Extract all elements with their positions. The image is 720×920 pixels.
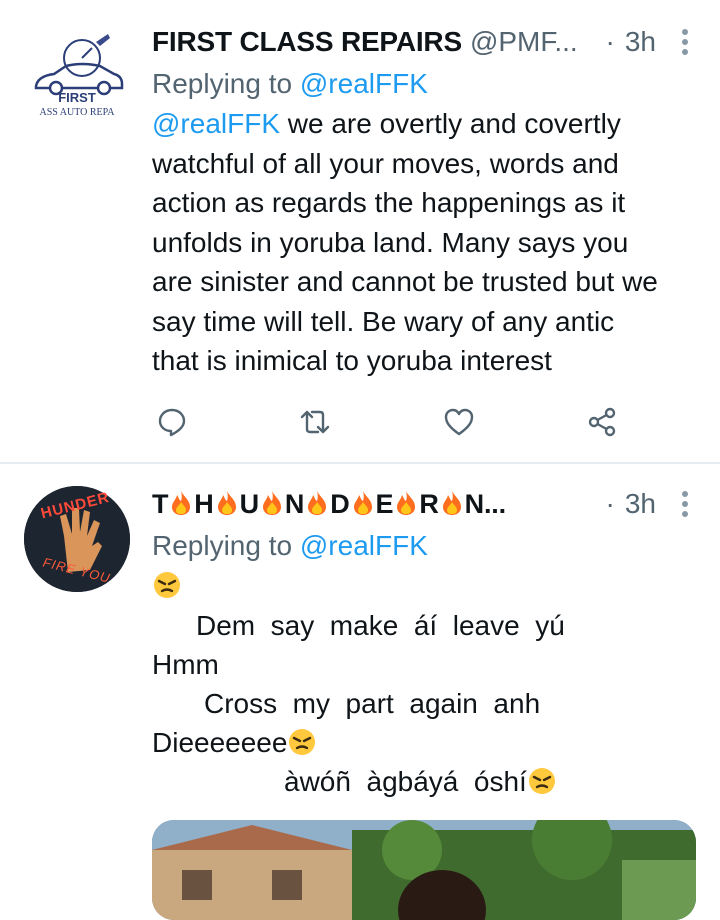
text-line: Hmm — [152, 649, 219, 680]
text-line: unfolds in yoruba land. Many says you — [152, 226, 629, 258]
separator-dot: · — [605, 26, 615, 57]
mention-link[interactable]: @realFFK — [152, 108, 280, 139]
text-line: Dieeeeeee — [152, 727, 288, 758]
fire-emoji-icon — [170, 490, 192, 516]
heart-icon[interactable] — [439, 402, 479, 442]
avatar-logo-text: FIRST — [58, 90, 96, 105]
more-vertical-icon[interactable] — [670, 28, 700, 57]
text-line: watchful of all your moves, words and — [152, 147, 619, 179]
photo-image — [152, 820, 696, 920]
user-handle[interactable]: @PMF... — [470, 26, 578, 58]
avatar-logo-subtext: ASS AUTO REPA — [39, 107, 115, 118]
fire-emoji-icon — [441, 490, 463, 516]
text-line: are sinister and cannot be trusted but w… — [152, 266, 658, 297]
replying-label: Replying to — [152, 530, 300, 561]
tweet-actions — [152, 402, 622, 442]
text-line: Cross my part again anh — [204, 688, 541, 719]
fire-emoji-icon — [352, 490, 374, 516]
fire-emoji-icon — [261, 490, 283, 516]
replying-to: Replying to @realFFK — [152, 64, 700, 104]
text-line: action as regards the happenings as it — [152, 187, 626, 218]
more-vertical-icon[interactable] — [670, 490, 700, 519]
fire-emoji-icon — [306, 490, 328, 516]
fire-emoji-icon — [395, 490, 417, 516]
tweet-text: Dem say make áí leave yú Hmm Cross my pa… — [152, 566, 700, 801]
angry-face-emoji-icon — [527, 766, 557, 794]
replying-to: Replying to @realFFK — [152, 526, 700, 566]
text-line: Dem say make áí leave yú — [196, 610, 565, 641]
tweet-image[interactable] — [152, 820, 696, 920]
text-line: we are overtly and covertly — [280, 108, 621, 139]
replying-handle-link[interactable]: @realFFK — [300, 530, 428, 561]
share-icon[interactable] — [582, 402, 622, 442]
timestamp[interactable]: 3h — [625, 488, 656, 520]
angry-face-emoji-icon — [287, 727, 317, 755]
tweet-first-class-repairs[interactable]: FIRST ASS AUTO REPA FIRST CLASS REPAIRS … — [0, 0, 720, 462]
retweet-icon[interactable] — [295, 402, 335, 442]
replying-label: Replying to — [152, 68, 300, 99]
text-line: that is inimical to yoruba interest — [152, 345, 552, 376]
timestamp[interactable]: 3h — [625, 26, 656, 58]
tweet-text: @realFFK we are overtly and covertly wat… — [152, 104, 700, 381]
separator-dot: · — [605, 488, 615, 519]
fire-emoji-icon — [216, 490, 238, 516]
tweet-header: T H U N D E R N... · 3h — [152, 482, 700, 526]
angry-face-emoji-icon — [152, 570, 182, 598]
text-line: say time will tell. Be wary of any antic — [152, 305, 615, 337]
replying-handle-link[interactable]: @realFFK — [300, 68, 428, 99]
display-name[interactable]: FIRST CLASS REPAIRS — [152, 26, 462, 58]
display-name[interactable]: T H U N D E R N... — [152, 489, 506, 520]
text-line: àwóñ àgbáyá óshí — [284, 766, 527, 797]
tweet-header: FIRST CLASS REPAIRS @PMF... · 3h — [152, 20, 700, 64]
reply-icon[interactable] — [152, 402, 192, 442]
